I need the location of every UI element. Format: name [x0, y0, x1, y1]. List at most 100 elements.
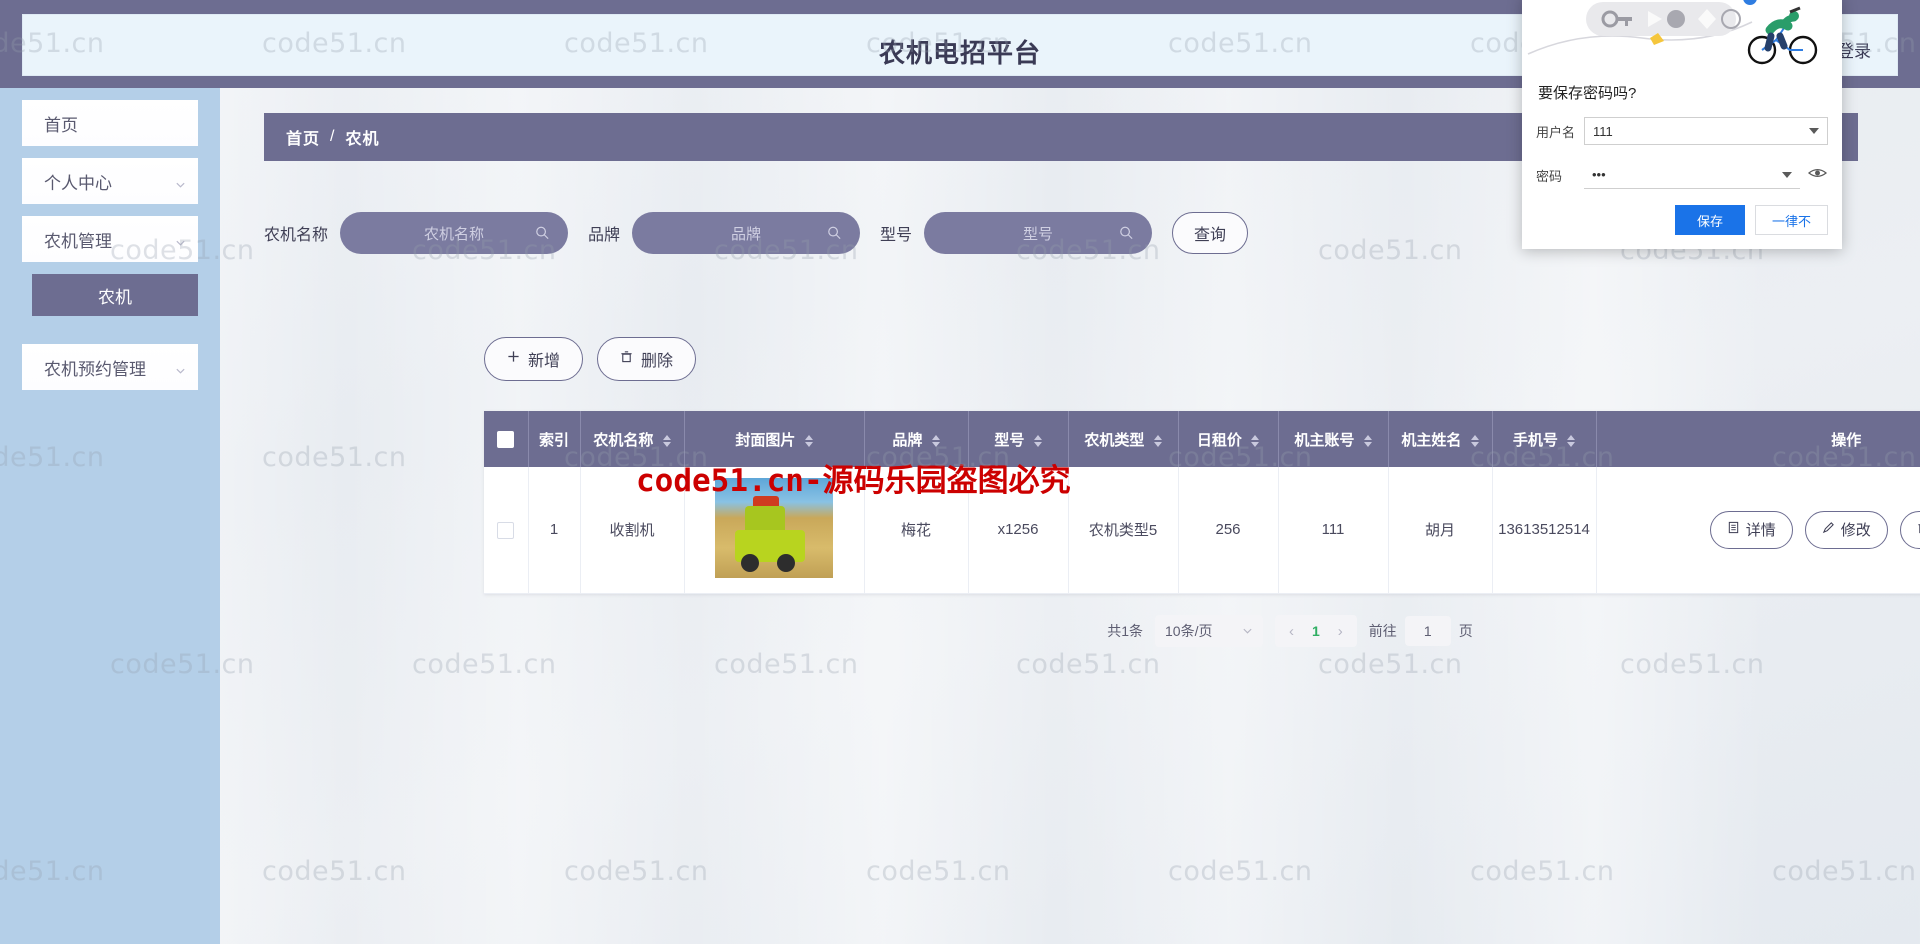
sort-icon[interactable] — [1363, 434, 1372, 447]
goto-label: 前往 — [1368, 623, 1397, 639]
sidebar-item-reservation-management[interactable]: 农机预约管理 — [22, 344, 198, 390]
sidebar-item-machine[interactable]: 农机 — [32, 274, 198, 316]
cell-cover — [684, 467, 865, 594]
search-input-brand[interactable]: 品牌 — [632, 212, 861, 254]
chevron-down-icon — [175, 234, 186, 246]
row-select-cell[interactable] — [484, 467, 529, 594]
search-group-model: 型号 型号 — [880, 212, 1153, 254]
search-bar: 农机名称 农机名称 品牌 品牌 型号 型号 查询 — [264, 205, 1249, 261]
trash-icon — [620, 350, 633, 368]
sort-icon[interactable] — [931, 434, 940, 447]
login-link[interactable]: 登录 — [1837, 37, 1871, 62]
table-header-label: 手机号 — [1512, 431, 1558, 449]
search-group-brand: 品牌 品牌 — [588, 212, 861, 254]
table-header-name[interactable]: 农机名称 — [580, 411, 685, 467]
username-field[interactable]: 111 — [1584, 117, 1828, 145]
sort-icon[interactable] — [662, 434, 671, 447]
sidebar-item-label: 农机预约管理 — [44, 359, 146, 379]
sort-icon[interactable] — [1251, 434, 1260, 447]
save-password-button[interactable]: 保存 — [1674, 205, 1745, 235]
dialog-password-row: 密码 ••• — [1536, 161, 1828, 189]
breadcrumb-home[interactable]: 首页 — [286, 125, 320, 149]
chevron-down-icon — [175, 176, 186, 188]
plus-icon — [507, 350, 520, 368]
row-checkbox[interactable] — [497, 521, 515, 539]
query-button[interactable]: 查询 — [1172, 212, 1249, 254]
password-value: ••• — [1592, 167, 1606, 182]
cell-phone: 13613512514 — [1492, 467, 1597, 594]
table-header-label: 机主账号 — [1294, 431, 1355, 449]
chevron-down-icon — [1242, 623, 1253, 639]
table-header-label: 品牌 — [892, 431, 923, 449]
prev-page-button[interactable]: ‹ — [1289, 623, 1294, 640]
table-header-label: 农机名称 — [593, 431, 654, 449]
table-header-model[interactable]: 型号 — [968, 411, 1069, 467]
row-delete-button[interactable]: 删除 — [1899, 510, 1920, 549]
goto-page-input[interactable] — [1404, 616, 1451, 646]
sidebar-item-label: 农机管理 — [44, 231, 112, 251]
search-input-name[interactable]: 农机名称 — [340, 212, 569, 254]
sidebar-item-label: 首页 — [44, 115, 78, 135]
breadcrumb-current: 农机 — [345, 131, 380, 148]
table-header-select-all[interactable] — [484, 411, 529, 467]
page-number-1[interactable]: 1 — [1312, 623, 1320, 639]
sidebar: 首页 个人中心 农机管理 农机 农机预约管理 — [0, 88, 220, 944]
sidebar-item-home[interactable]: 首页 — [22, 100, 198, 146]
data-table: 索引 农机名称 封面图片 品牌 型号 农机类型 日租价 机主账号 机主姓名 手机… — [484, 411, 1920, 594]
table-header-label: 日租价 — [1196, 431, 1242, 449]
delete-button-label: 删除 — [641, 353, 674, 370]
page-size-value: 10条/页 — [1165, 623, 1213, 639]
search-label-name: 农机名称 — [264, 227, 329, 244]
next-page-button[interactable]: › — [1338, 623, 1343, 640]
save-password-dialog: 要保存密码吗? 用户名 111 密码 ••• 保存 一律不 — [1522, 0, 1842, 249]
page-size-select[interactable]: 10条/页 — [1155, 615, 1263, 647]
cell-model: x1256 — [968, 467, 1069, 594]
cell-operations: 详情 修改 — [1596, 467, 1920, 594]
search-label-brand: 品牌 — [588, 227, 621, 244]
never-save-button[interactable]: 一律不 — [1754, 205, 1828, 235]
cell-price: 256 — [1178, 467, 1279, 594]
table-row: 1 收割机 梅花 x1256 农机类型5 256 111 胡月 13613512… — [484, 467, 1920, 594]
table-header-index: 索引 — [528, 411, 581, 467]
chevron-down-icon[interactable] — [1782, 171, 1792, 178]
table-header-brand[interactable]: 品牌 — [864, 411, 969, 467]
sidebar-item-label: 个人中心 — [44, 173, 112, 193]
search-input-model[interactable]: 型号 — [924, 212, 1153, 254]
sort-icon[interactable] — [1153, 434, 1162, 447]
page-unit-label: 页 — [1458, 623, 1473, 639]
sort-icon[interactable] — [1567, 434, 1576, 447]
sort-icon[interactable] — [1033, 434, 1042, 447]
table-header-owner-name[interactable]: 机主姓名 — [1388, 411, 1493, 467]
sort-icon[interactable] — [1470, 434, 1479, 447]
table-header-label: 机主姓名 — [1401, 431, 1462, 449]
edit-button[interactable]: 修改 — [1804, 510, 1888, 549]
search-input-brand-placeholder: 品牌 — [731, 225, 762, 243]
table-header-type[interactable]: 农机类型 — [1068, 411, 1179, 467]
sidebar-item-machine-management[interactable]: 农机管理 — [22, 216, 198, 262]
table-header-label: 农机类型 — [1084, 431, 1145, 449]
password-field[interactable]: ••• — [1584, 161, 1800, 189]
eye-icon[interactable] — [1807, 166, 1828, 185]
table-header-cover[interactable]: 封面图片 — [684, 411, 865, 467]
add-button[interactable]: 新增 — [484, 337, 584, 381]
cell-brand: 梅花 — [864, 467, 969, 594]
harvester-photo[interactable] — [715, 477, 833, 578]
total-count-label: 共1条 — [1107, 623, 1143, 639]
delete-button[interactable]: 删除 — [597, 337, 697, 381]
select-all-checkbox[interactable] — [497, 430, 515, 448]
table-header-row: 索引 农机名称 封面图片 品牌 型号 农机类型 日租价 机主账号 机主姓名 手机… — [484, 411, 1920, 467]
detail-button[interactable]: 详情 — [1709, 510, 1793, 549]
cell-name: 收割机 — [580, 467, 685, 594]
table-header-phone[interactable]: 手机号 — [1492, 411, 1597, 467]
dialog-title: 要保存密码吗? — [1538, 85, 1637, 102]
table-header-price[interactable]: 日租价 — [1178, 411, 1279, 467]
cell-type: 农机类型5 — [1068, 467, 1179, 594]
search-icon — [535, 226, 550, 241]
pagination: 共1条 10条/页 ‹ 1 › 前往 页 — [484, 615, 1920, 647]
chevron-down-icon[interactable] — [1809, 128, 1819, 134]
sidebar-item-personal-center[interactable]: 个人中心 — [22, 158, 198, 204]
dialog-actions: 保存 一律不 — [1536, 205, 1828, 235]
search-icon — [827, 226, 842, 241]
table-header-owner-account[interactable]: 机主账号 — [1278, 411, 1389, 467]
sort-icon[interactable] — [804, 434, 813, 447]
